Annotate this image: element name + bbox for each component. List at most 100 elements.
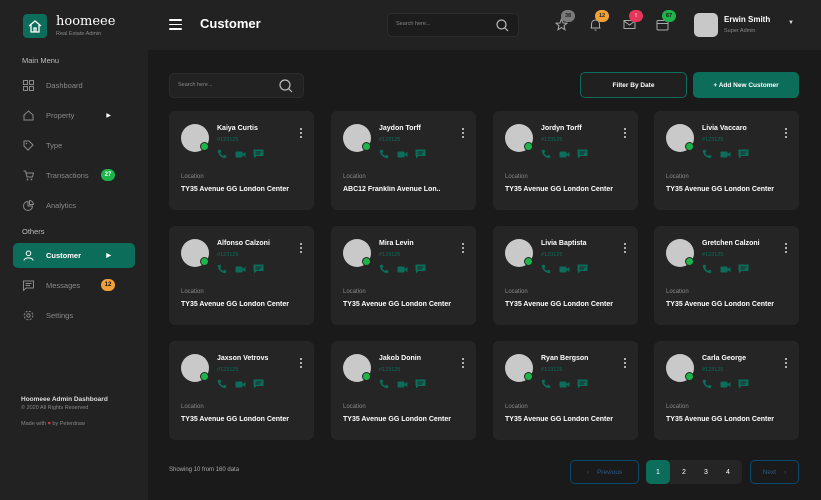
video-call-icon[interactable] xyxy=(396,149,408,159)
video-call-icon[interactable] xyxy=(396,379,408,389)
top-search-input[interactable] xyxy=(396,21,486,27)
customer-card[interactable]: Livia Baptista #123125 Location TY35 Ave… xyxy=(493,226,638,325)
customer-name[interactable]: Jakob Donin xyxy=(379,355,421,362)
phone-icon[interactable] xyxy=(216,379,228,389)
video-call-icon[interactable] xyxy=(558,264,570,274)
sidebar-item-property[interactable]: Property ▶ xyxy=(13,103,135,128)
more-options-icon[interactable] xyxy=(461,358,464,368)
customer-name[interactable]: Mira Levin xyxy=(379,240,414,247)
customer-name[interactable]: Alfonso Calzoni xyxy=(217,240,270,247)
more-options-icon[interactable] xyxy=(299,243,302,253)
video-call-icon[interactable] xyxy=(558,379,570,389)
sidebar-item-settings[interactable]: Settings xyxy=(13,303,135,328)
sidebar-item-customer[interactable]: Customer ▶ xyxy=(13,243,135,268)
more-options-icon[interactable] xyxy=(623,128,626,138)
phone-icon[interactable] xyxy=(540,264,552,274)
video-call-icon[interactable] xyxy=(234,264,246,274)
sidebar-item-analytics[interactable]: Analytics xyxy=(13,193,135,218)
page-2-button[interactable]: 2 xyxy=(672,460,696,484)
chat-icon[interactable] xyxy=(252,264,264,274)
video-call-icon[interactable] xyxy=(558,149,570,159)
pie-chart-icon xyxy=(22,200,34,212)
video-call-icon[interactable] xyxy=(234,379,246,389)
customer-id: #123125 xyxy=(702,367,724,373)
phone-icon[interactable] xyxy=(378,264,390,274)
chat-icon[interactable] xyxy=(737,379,749,389)
customer-name[interactable]: Livia Baptista xyxy=(541,240,587,247)
chat-icon[interactable] xyxy=(737,264,749,274)
customer-card[interactable]: Gretchen Calzoni #123125 Location TY35 A… xyxy=(654,226,799,325)
next-page-button[interactable]: Next › xyxy=(750,460,799,484)
phone-icon[interactable] xyxy=(378,149,390,159)
customer-card[interactable]: Jordyn Torff #123125 Location TY35 Avenu… xyxy=(493,111,638,210)
video-call-icon[interactable] xyxy=(234,149,246,159)
phone-icon[interactable] xyxy=(701,264,713,274)
more-options-icon[interactable] xyxy=(623,358,626,368)
video-call-icon[interactable] xyxy=(719,149,731,159)
sidebar-item-messages[interactable]: Messages 12 xyxy=(13,273,135,298)
more-options-icon[interactable] xyxy=(461,243,464,253)
sidebar-item-dashboard[interactable]: Dashboard xyxy=(13,73,135,98)
customer-name[interactable]: Livia Vaccaro xyxy=(702,125,747,132)
customer-card[interactable]: Livia Vaccaro #123125 Location TY35 Aven… xyxy=(654,111,799,210)
customer-search-input[interactable] xyxy=(178,82,268,88)
chat-icon[interactable] xyxy=(414,379,426,389)
phone-icon[interactable] xyxy=(701,149,713,159)
search-icon[interactable] xyxy=(496,19,509,37)
customer-card[interactable]: Jaxson Vetrovs #123125 Location TY35 Ave… xyxy=(169,341,314,440)
chat-icon[interactable] xyxy=(576,149,588,159)
phone-icon[interactable] xyxy=(216,149,228,159)
phone-icon[interactable] xyxy=(540,379,552,389)
chat-icon[interactable] xyxy=(414,264,426,274)
avatar[interactable] xyxy=(694,13,718,37)
brand[interactable]: hoomeee Real Estate Admin xyxy=(23,14,115,38)
customer-card[interactable]: Mira Levin #123125 Location TY35 Avenue … xyxy=(331,226,476,325)
user-name[interactable]: Erwin Smith xyxy=(724,15,770,24)
phone-icon[interactable] xyxy=(540,149,552,159)
chat-icon[interactable] xyxy=(252,379,264,389)
sidebar-item-transactions[interactable]: Transactions 27 xyxy=(13,163,135,188)
phone-icon[interactable] xyxy=(216,264,228,274)
more-options-icon[interactable] xyxy=(461,128,464,138)
customer-name[interactable]: Jaydon Torff xyxy=(379,125,421,132)
hamburger-menu-icon[interactable] xyxy=(169,19,182,30)
page-4-button[interactable]: 4 xyxy=(716,460,740,484)
customer-card[interactable]: Jakob Donin #123125 Location TY35 Avenue… xyxy=(331,341,476,440)
customer-name[interactable]: Jaxson Vetrovs xyxy=(217,355,268,362)
chat-icon[interactable] xyxy=(737,149,749,159)
previous-page-button[interactable]: ‹ Previous xyxy=(570,460,639,484)
video-call-icon[interactable] xyxy=(719,379,731,389)
customer-card[interactable]: Jaydon Torff #123125 Location ABC12 Fran… xyxy=(331,111,476,210)
more-options-icon[interactable] xyxy=(784,243,787,253)
sidebar-item-type[interactable]: Type xyxy=(13,133,135,158)
customer-card[interactable]: Alfonso Calzoni #123125 Location TY35 Av… xyxy=(169,226,314,325)
customer-name[interactable]: Jordyn Torff xyxy=(541,125,582,132)
video-call-icon[interactable] xyxy=(719,264,731,274)
filter-by-date-button[interactable]: Filter By Date xyxy=(580,72,687,98)
search-icon[interactable] xyxy=(279,79,293,98)
caret-down-icon[interactable]: ▼ xyxy=(788,20,794,26)
customer-name[interactable]: Kaiya Curtis xyxy=(217,125,258,132)
customer-name[interactable]: Gretchen Calzoni xyxy=(702,240,760,247)
customer-card[interactable]: Ryan Bergson #123125 Location TY35 Avenu… xyxy=(493,341,638,440)
add-new-customer-button[interactable]: + Add New Customer xyxy=(693,72,799,98)
chat-icon[interactable] xyxy=(414,149,426,159)
customer-name[interactable]: Carla George xyxy=(702,355,746,362)
chat-icon[interactable] xyxy=(576,264,588,274)
customer-name[interactable]: Ryan Bergson xyxy=(541,355,588,362)
more-options-icon[interactable] xyxy=(623,243,626,253)
more-options-icon[interactable] xyxy=(784,128,787,138)
more-options-icon[interactable] xyxy=(299,358,302,368)
customer-card[interactable]: Kaiya Curtis #123125 Location TY35 Avenu… xyxy=(169,111,314,210)
more-options-icon[interactable] xyxy=(299,128,302,138)
phone-icon[interactable] xyxy=(701,379,713,389)
customer-card[interactable]: Carla George #123125 Location TY35 Avenu… xyxy=(654,341,799,440)
page-3-button[interactable]: 3 xyxy=(694,460,718,484)
page-1-button[interactable]: 1 xyxy=(646,460,670,484)
location-value: TY35 Avenue GG London Center xyxy=(505,186,613,193)
phone-icon[interactable] xyxy=(378,379,390,389)
chat-icon[interactable] xyxy=(576,379,588,389)
video-call-icon[interactable] xyxy=(396,264,408,274)
more-options-icon[interactable] xyxy=(784,358,787,368)
chat-icon[interactable] xyxy=(252,149,264,159)
